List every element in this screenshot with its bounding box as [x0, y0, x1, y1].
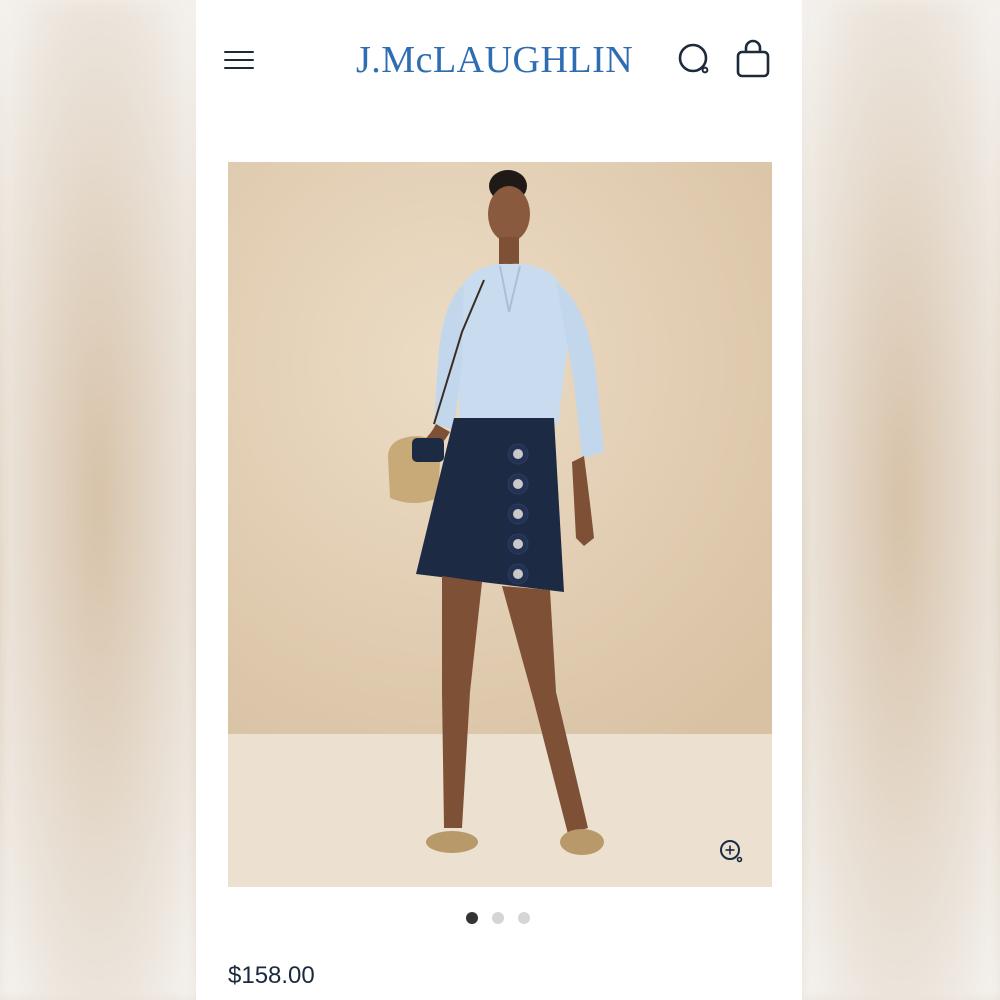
model-photo — [228, 162, 772, 887]
background-blur-left — [0, 0, 196, 1000]
pager-dot-2[interactable] — [492, 912, 504, 924]
site-header: J.McLAUGHLIN — [196, 0, 802, 120]
product-price: $158.00 — [228, 962, 315, 989]
product-image[interactable] — [228, 162, 772, 887]
brand-logo[interactable]: J.McLAUGHLIN — [356, 36, 646, 84]
image-pager — [466, 910, 536, 926]
zoom-in-icon[interactable] — [718, 838, 746, 866]
hamburger-menu-icon[interactable] — [222, 48, 256, 72]
pager-dot-3[interactable] — [518, 912, 530, 924]
mobile-product-page: J.McLAUGHLIN $158.00 — [196, 0, 802, 1000]
pager-dot-1[interactable] — [466, 912, 478, 924]
background-blur-right — [802, 0, 1000, 1000]
search-icon[interactable] — [676, 41, 714, 79]
shopping-bag-icon[interactable] — [734, 39, 772, 79]
